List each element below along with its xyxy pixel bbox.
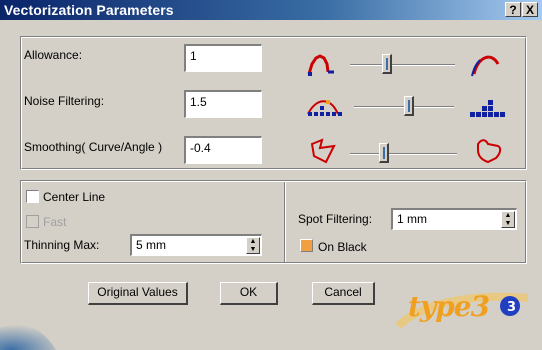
sharp-curve-icon: [307, 54, 334, 76]
svg-text:3: 3: [507, 300, 516, 315]
smoothing-label: Smoothing( Curve/Angle ): [24, 140, 163, 154]
on-black-checkbox[interactable]: [300, 239, 313, 252]
fast-label: Fast: [43, 215, 67, 229]
rounded-shape-icon: [477, 139, 502, 164]
allowance-label: Allowance:: [24, 48, 83, 62]
dialog-window: Vectorization Parameters ? X Allowance: …: [0, 0, 542, 350]
smoothing-slider[interactable]: [350, 153, 457, 155]
spot-filtering-spin-arrows[interactable]: ▲ ▼: [501, 211, 515, 228]
noise-filtering-slider-thumb[interactable]: [404, 96, 414, 116]
thinning-max-value: 5 mm: [136, 238, 166, 252]
angular-shape-icon: [310, 138, 336, 164]
options-divider: [284, 182, 286, 262]
thinning-max-spinbox[interactable]: 5 mm ▲ ▼: [130, 234, 262, 256]
close-button[interactable]: X: [522, 2, 538, 17]
ok-button[interactable]: OK: [220, 282, 278, 305]
allowance-slider[interactable]: [350, 64, 455, 66]
thinning-max-label: Thinning Max:: [24, 238, 100, 252]
help-button[interactable]: ?: [505, 2, 521, 17]
smoothing-input[interactable]: -0.4: [184, 136, 262, 164]
center-line-label: Center Line: [43, 190, 106, 204]
center-line-checkbox[interactable]: [26, 190, 39, 203]
on-black-label: On Black: [318, 240, 367, 254]
thinning-max-spin-arrows[interactable]: ▲ ▼: [246, 237, 260, 254]
smoothing-slider-thumb[interactable]: [379, 143, 389, 163]
fast-checkbox[interactable]: [26, 215, 39, 228]
dotted-peak-icon: [307, 100, 342, 116]
logo-text: type3: [408, 290, 490, 323]
noise-filtering-input[interactable]: 1.5: [184, 90, 262, 118]
spot-filtering-value: 1 mm: [397, 212, 427, 226]
original-values-button[interactable]: Original Values: [88, 282, 188, 305]
corner-swoosh-graphic: [0, 324, 56, 350]
spot-filtering-label: Spot Filtering:: [298, 212, 373, 226]
allowance-slider-thumb[interactable]: [382, 54, 392, 74]
type3-logo: 3 type3: [378, 280, 538, 340]
spot-filtering-spinbox[interactable]: 1 mm ▲ ▼: [391, 208, 517, 230]
title-bar[interactable]: Vectorization Parameters ? X: [0, 0, 542, 20]
cancel-button[interactable]: Cancel: [312, 282, 375, 305]
window-title: Vectorization Parameters: [4, 2, 174, 18]
block-histogram-icon: [470, 100, 505, 117]
noise-filtering-label: Noise Filtering:: [24, 94, 105, 108]
allowance-input[interactable]: 1: [184, 44, 262, 72]
smooth-curve-icon: [471, 55, 500, 77]
